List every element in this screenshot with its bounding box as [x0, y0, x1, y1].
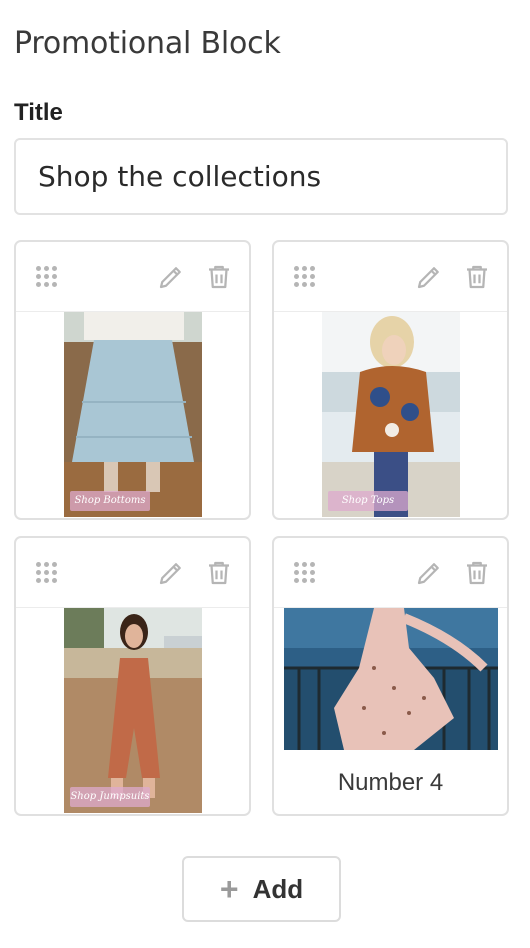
plus-icon: +: [219, 871, 239, 907]
card-caption: Number 4: [337, 769, 444, 796]
photo-watermark: Shop Jumpsuits: [70, 787, 150, 807]
pencil-icon: [159, 267, 181, 289]
card-toolbar: [274, 538, 507, 608]
card-media: Shop Tops: [274, 312, 507, 518]
card-toolbar: [274, 242, 507, 312]
trash-icon: [467, 561, 487, 585]
drag-handle-icon[interactable]: [36, 562, 60, 586]
promo-card-4[interactable]: Number 4: [272, 536, 509, 816]
add-button[interactable]: + Add: [182, 856, 341, 922]
pencil-icon: [417, 267, 439, 289]
floral-tunic-top-photo: Shop Tops: [322, 312, 460, 517]
photo-watermark: Shop Tops: [328, 491, 408, 511]
blue-tiered-skirt-photo: Shop Bottoms: [64, 312, 202, 517]
card-media: Shop Jumpsuits: [16, 608, 249, 814]
add-button-label: Add: [252, 873, 304, 904]
pencil-icon: [159, 563, 181, 585]
edit-button[interactable]: [156, 558, 186, 588]
card-toolbar: [16, 242, 249, 312]
card-toolbar: [16, 538, 249, 608]
trash-icon: [209, 561, 229, 585]
drag-handle-icon[interactable]: [36, 266, 60, 290]
pencil-icon: [417, 563, 439, 585]
block-title: Promotional Block: [14, 26, 281, 61]
delete-button[interactable]: [204, 558, 234, 588]
pink-wrap-dress-photo: [284, 608, 498, 750]
card-media: Shop Bottoms: [16, 312, 249, 518]
title-field-label: Title: [14, 99, 63, 126]
card-media: Number 4: [274, 608, 507, 814]
drag-handle-icon[interactable]: [294, 266, 318, 290]
edit-button[interactable]: [414, 558, 444, 588]
promo-card-3[interactable]: Shop Jumpsuits: [14, 536, 251, 816]
photo-watermark: Shop Bottoms: [70, 491, 150, 511]
edit-button[interactable]: [414, 262, 444, 292]
promotional-block-editor: Promotional Block Title Shop the collect…: [0, 0, 530, 948]
trash-icon: [467, 265, 487, 289]
drag-handle-icon[interactable]: [294, 562, 318, 586]
edit-button[interactable]: [156, 262, 186, 292]
delete-button[interactable]: [462, 262, 492, 292]
promo-card-1[interactable]: Shop Bottoms: [14, 240, 251, 520]
delete-button[interactable]: [204, 262, 234, 292]
title-input[interactable]: [14, 138, 508, 215]
rust-jumpsuit-photo: Shop Jumpsuits: [64, 608, 202, 813]
trash-icon: [209, 265, 229, 289]
promo-card-2[interactable]: Shop Tops: [272, 240, 509, 520]
delete-button[interactable]: [462, 558, 492, 588]
